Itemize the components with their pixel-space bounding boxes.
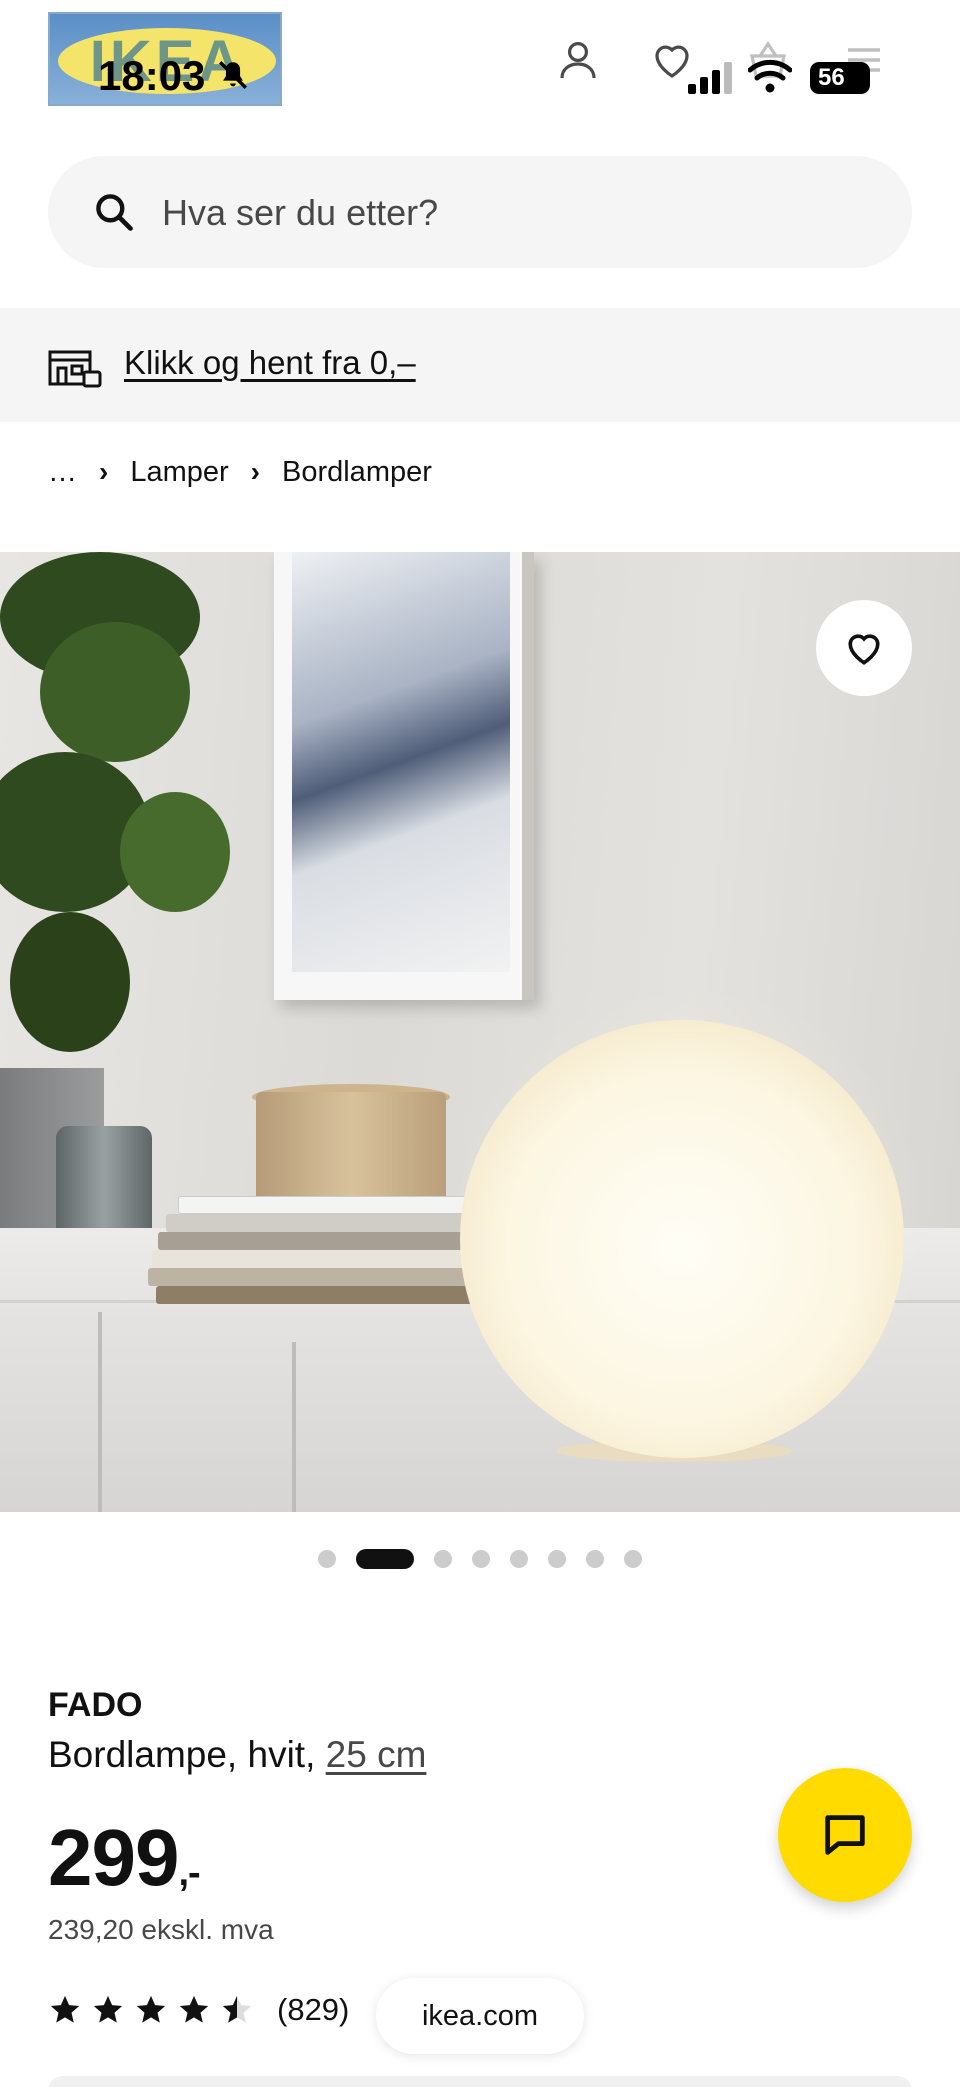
image-artwork [292, 552, 510, 972]
browser-url-pill[interactable]: ikea.com [376, 1978, 584, 2054]
pagination-dot[interactable] [624, 1550, 642, 1568]
image-plant-leaves [120, 792, 230, 912]
star-icon [93, 1995, 123, 2023]
status-time: 18:03 [98, 52, 206, 99]
search-bar[interactable]: Hva ser du etter? [48, 156, 912, 268]
battery-indicator: 56 [810, 62, 870, 94]
product-size-link[interactable]: 25 cm [326, 1734, 427, 1775]
product-rating[interactable]: (829) [48, 1988, 349, 2032]
product-price: 299,- [48, 1812, 201, 1904]
product-image[interactable] [0, 552, 960, 1512]
image-book [178, 1196, 470, 1214]
image-book [148, 1268, 472, 1286]
search-icon [96, 194, 133, 231]
chat-button[interactable] [778, 1768, 912, 1902]
bell-muted-icon [219, 61, 247, 89]
product-description: Bordlampe, hvit, 25 cm [48, 1734, 426, 1776]
image-book [156, 1286, 476, 1304]
search-input[interactable]: Hva ser du etter? [162, 192, 438, 234]
breadcrumb-item-bordlamper[interactable]: Bordlamper [282, 456, 432, 489]
next-section-edge [48, 2076, 912, 2087]
pagination-dot[interactable] [434, 1550, 452, 1568]
chevron-right-icon: › [250, 456, 260, 487]
click-collect-link[interactable]: Klikk og hent fra 0,– [124, 344, 416, 382]
chevron-right-icon: › [99, 456, 109, 487]
price-excl-vat: 239,20 ekskl. mva [48, 1914, 274, 1945]
breadcrumb: … › Lamper › Bordlamper [48, 452, 432, 492]
image-pagination [0, 1548, 960, 1570]
account-icon[interactable] [554, 36, 602, 84]
price-value: 299 [48, 1813, 179, 1902]
breadcrumb-item-lamper[interactable]: Lamper [130, 456, 228, 489]
image-books [148, 1196, 476, 1306]
wifi-icon [748, 59, 792, 93]
heart-icon [848, 634, 880, 665]
pagination-dot[interactable] [318, 1550, 336, 1568]
pagination-dot-active[interactable] [356, 1549, 414, 1569]
star-icon [50, 1995, 80, 2023]
price-suffix: ,- [178, 1852, 200, 1894]
star-half-icon [222, 1995, 252, 2023]
star-icon [136, 1995, 166, 2023]
image-plant-leaves [10, 912, 130, 1052]
pagination-dot[interactable] [586, 1550, 604, 1568]
pagination-dot[interactable] [472, 1550, 490, 1568]
breadcrumb-more[interactable]: … [48, 456, 77, 489]
add-to-wishlist-button[interactable] [816, 600, 912, 696]
image-cabinet-edge [292, 1342, 296, 1512]
image-lamp [460, 1020, 904, 1458]
cellular-signal-icon [688, 62, 732, 94]
star-icon [179, 1995, 209, 2023]
image-book [158, 1232, 468, 1250]
image-plant-leaves [40, 622, 190, 762]
image-book [166, 1214, 466, 1232]
product-type: Bordlampe, hvit, [48, 1734, 326, 1775]
image-book [152, 1250, 468, 1268]
product-name: FADO [48, 1686, 143, 1724]
click-collect-banner: Klikk og hent fra 0,– [0, 308, 960, 422]
pagination-dot[interactable] [510, 1550, 528, 1568]
review-count[interactable]: (829) [277, 1992, 349, 2028]
header: IKEA 18:03 56 [0, 0, 960, 140]
chat-icon [825, 1815, 865, 1855]
image-cabinet-edge [98, 1312, 102, 1512]
pagination-dot[interactable] [548, 1550, 566, 1568]
store-icon [48, 350, 102, 388]
